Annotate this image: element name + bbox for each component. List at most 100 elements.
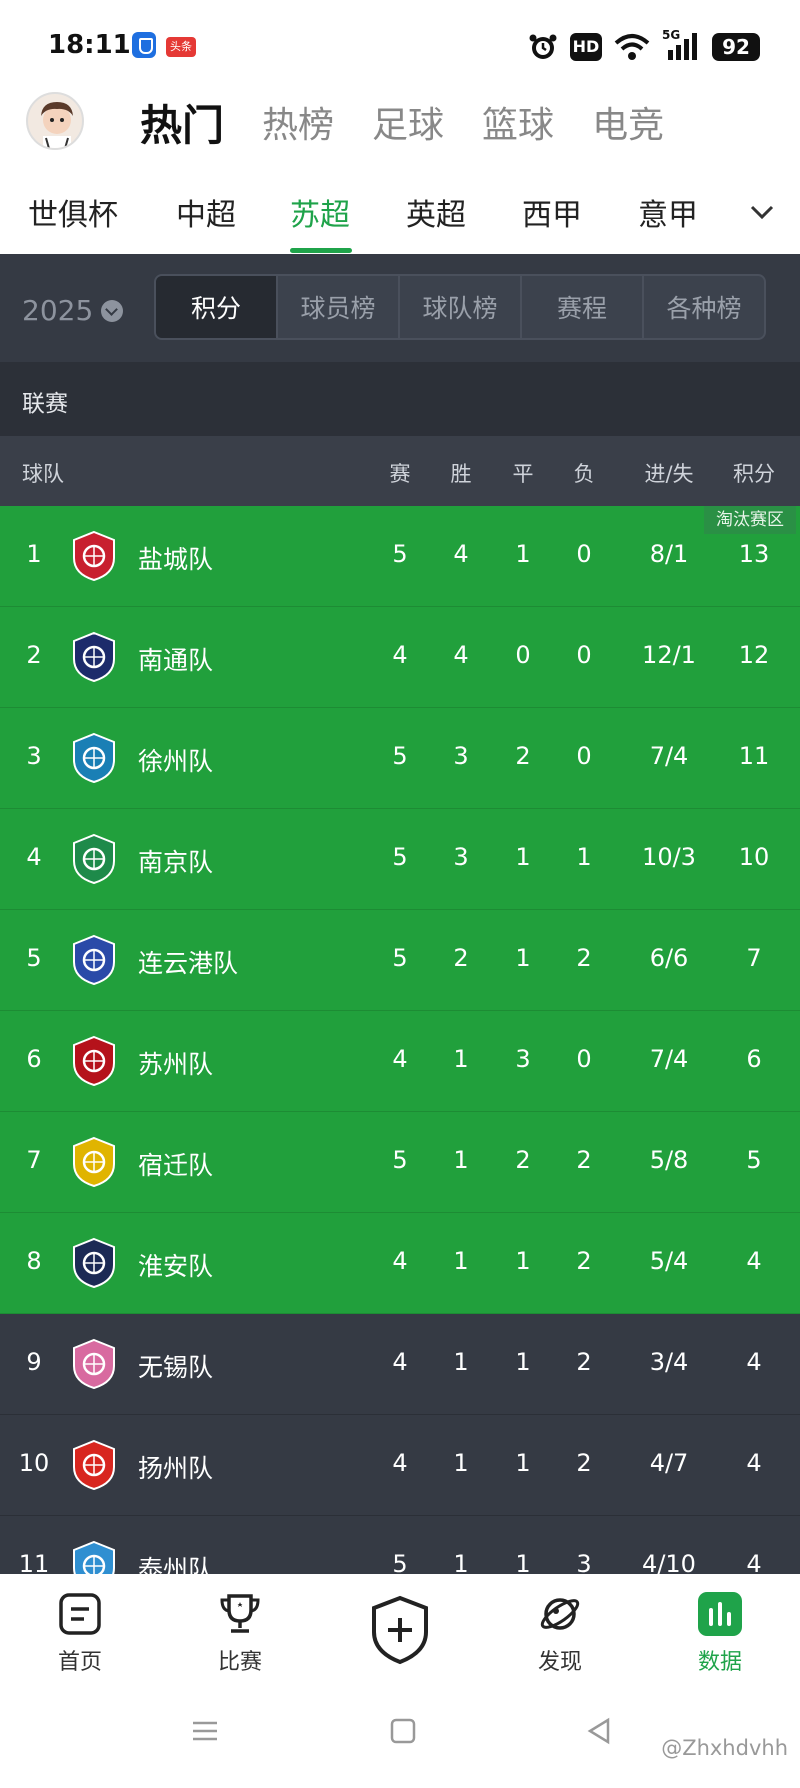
draw-cell: 1 (515, 1550, 531, 1574)
loss-cell: 0 (576, 742, 592, 770)
points-cell: 13 (738, 540, 770, 568)
rank-cell: 3 (26, 742, 42, 770)
league-tab-serie-a[interactable]: 意甲 (638, 190, 698, 234)
draw-cell: 3 (515, 1045, 531, 1073)
goals-cell: 4/10 (642, 1550, 696, 1574)
tab-football[interactable]: 足球 (372, 96, 444, 148)
team-name: 南京队 (138, 848, 214, 877)
menu-icon[interactable] (190, 1716, 220, 1750)
draw-cell: 2 (515, 742, 531, 770)
main-tabs: 热门 热榜 足球 篮球 电竞 (140, 92, 702, 152)
draw-cell: 1 (515, 843, 531, 871)
goals-cell: 5/4 (649, 1247, 689, 1275)
team-name: 南通队 (138, 646, 214, 675)
table-row[interactable]: 6 苏州队 4 1 3 0 7/4 6 (0, 1011, 800, 1112)
win-cell: 4 (453, 540, 469, 568)
draw-cell: 1 (515, 944, 531, 972)
alarm-icon (528, 32, 558, 62)
rank-cell: 4 (26, 843, 42, 871)
points-cell: 5 (746, 1146, 762, 1174)
points-cell: 11 (738, 742, 770, 770)
table-row[interactable]: 1 盐城队 5 4 1 0 8/1 13 淘汰赛区 (0, 506, 800, 607)
win-cell: 1 (453, 1146, 469, 1174)
league-tab-la-liga[interactable]: 西甲 (522, 190, 582, 234)
nav-home[interactable]: 首页 (30, 1592, 130, 1676)
rank-cell: 11 (18, 1550, 50, 1574)
draw-cell: 1 (515, 1348, 531, 1376)
table-row[interactable]: 7 宿迁队 5 1 2 2 5/8 5 (0, 1112, 800, 1213)
app-notification-icon (132, 32, 156, 58)
win-cell: 1 (453, 1550, 469, 1574)
segment-schedule[interactable]: 赛程 (522, 276, 644, 338)
system-nav-bar: @Zhxhdvhh (0, 1692, 800, 1788)
points-cell: 4 (746, 1550, 762, 1574)
header: 热门 热榜 足球 篮球 电竞 (0, 92, 800, 188)
team-name: 泰州队 (138, 1555, 214, 1574)
segment-team-rank[interactable]: 球队榜 (400, 276, 522, 338)
draw-cell: 1 (515, 1247, 531, 1275)
table-row[interactable]: 4 南京队 5 3 1 1 10/3 10 (0, 809, 800, 910)
team-logo (70, 1136, 118, 1188)
table-row[interactable]: 9 无锡队 4 1 1 2 3/4 4 (0, 1314, 800, 1415)
points-cell: 4 (746, 1348, 762, 1376)
avatar[interactable] (26, 92, 84, 150)
loss-cell: 2 (576, 1348, 592, 1376)
team-name: 宿迁队 (138, 1151, 214, 1180)
home-square-icon[interactable] (388, 1716, 418, 1750)
table-row[interactable]: 3 徐州队 5 3 2 0 7/4 11 (0, 708, 800, 809)
loss-cell: 3 (576, 1550, 592, 1574)
points-cell: 7 (746, 944, 762, 972)
header-points: 积分 (733, 462, 775, 486)
nav-matches[interactable]: 比赛 (190, 1592, 290, 1676)
league-tab-premier-league[interactable]: 英超 (406, 190, 466, 234)
table-row[interactable]: 8 淮安队 4 1 1 2 5/4 4 (0, 1213, 800, 1314)
played-cell: 4 (392, 1449, 408, 1477)
goals-cell: 4/7 (649, 1449, 689, 1477)
table-row[interactable]: 10 扬州队 4 1 1 2 4/7 4 (0, 1415, 800, 1516)
played-cell: 5 (392, 742, 408, 770)
filter-bar: 2025 积分 球员榜 球队榜 赛程 各种榜 (0, 254, 800, 362)
header-team: 球队 (22, 462, 64, 486)
create-post-button[interactable] (368, 1594, 432, 1666)
section-header: 联赛 (0, 362, 800, 436)
draw-cell: 1 (515, 1449, 531, 1477)
back-icon[interactable] (584, 1716, 614, 1750)
goals-cell: 7/4 (649, 1045, 689, 1073)
team-logo (70, 1439, 118, 1491)
league-tab-club-world-cup[interactable]: 世俱杯 (28, 190, 118, 234)
goals-cell: 6/6 (649, 944, 689, 972)
segment-player-rank[interactable]: 球员榜 (278, 276, 400, 338)
hd-icon: HD (570, 33, 602, 61)
table-row[interactable]: 5 连云港队 5 2 1 2 6/6 7 (0, 910, 800, 1011)
win-cell: 1 (453, 1449, 469, 1477)
draw-cell: 2 (515, 1146, 531, 1174)
team-logo (70, 1237, 118, 1289)
zone-tag: 淘汰赛区 (704, 506, 796, 534)
goals-cell: 3/4 (649, 1348, 689, 1376)
team-name: 徐州队 (138, 747, 214, 776)
rank-cell: 6 (26, 1045, 42, 1073)
team-name: 盐城队 (138, 545, 214, 574)
tab-hot[interactable]: 热门 (140, 92, 224, 153)
loss-cell: 1 (576, 843, 592, 871)
status-time: 18:11 (48, 30, 131, 60)
played-cell: 4 (392, 1348, 408, 1376)
segment-standings[interactable]: 积分 (156, 276, 278, 338)
league-tab-jiangsu[interactable]: 苏超 (290, 190, 350, 234)
league-tab-csl[interactable]: 中超 (176, 190, 236, 234)
tab-esports[interactable]: 电竞 (592, 96, 664, 148)
loss-cell: 2 (576, 1247, 592, 1275)
segment-various-rank[interactable]: 各种榜 (644, 276, 764, 338)
tab-trending[interactable]: 热榜 (262, 96, 334, 148)
tab-basketball[interactable]: 篮球 (482, 96, 554, 148)
table-row[interactable]: 2 南通队 4 4 0 0 12/1 12 (0, 607, 800, 708)
nav-data[interactable]: 数据 (670, 1592, 770, 1676)
year-select[interactable]: 2025 (22, 294, 124, 327)
status-icons: HD 5G 92 (528, 28, 760, 64)
chevron-down-icon[interactable] (748, 198, 776, 226)
active-tab-indicator (290, 248, 352, 253)
team-logo (70, 732, 118, 784)
nav-home-label: 首页 (57, 1650, 102, 1675)
nav-discover[interactable]: 发现 (510, 1592, 610, 1676)
table-row[interactable]: 11 泰州队 5 1 1 3 4/10 4 (0, 1516, 800, 1574)
